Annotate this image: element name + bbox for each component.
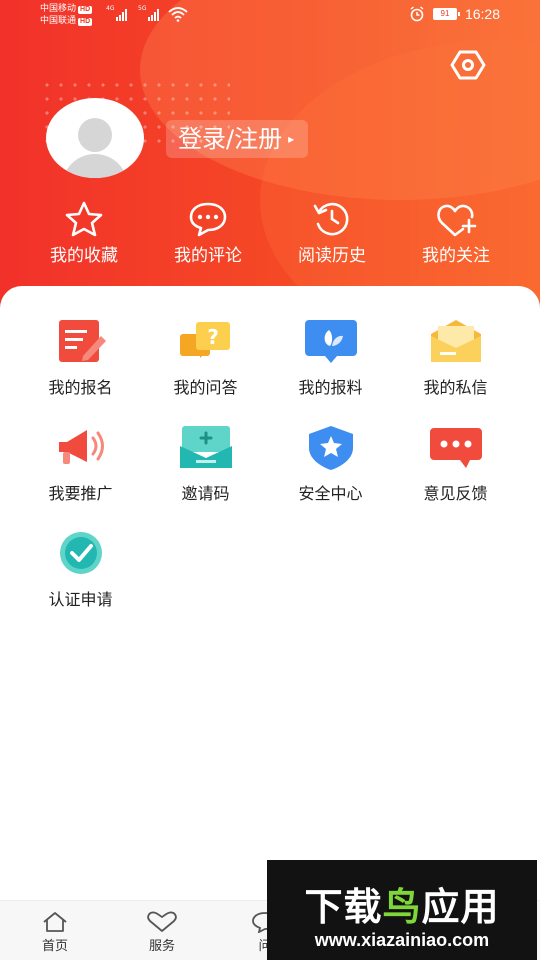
nav-home[interactable]: 首页 — [10, 911, 100, 957]
service-feedback[interactable]: 意见反馈 — [393, 424, 518, 510]
login-register-button[interactable]: 登录/注册 ▸ — [166, 120, 309, 158]
svg-text:?: ? — [207, 325, 219, 349]
carrier-1: 中国移动 HD — [40, 3, 93, 14]
mail-icon — [430, 320, 481, 362]
service-security-center[interactable]: 安全中心 — [268, 424, 393, 510]
quick-action-label: 我的评论 — [174, 246, 242, 266]
service-messages[interactable]: 我的私信 — [393, 318, 518, 404]
feedback-icon — [429, 428, 482, 468]
network-type: 4G — [106, 5, 115, 12]
service-report[interactable]: 我的报料 — [268, 318, 393, 404]
clock: 16:28 — [464, 6, 500, 22]
network-type: 5G — [138, 5, 147, 12]
signup-icon — [58, 320, 106, 362]
avatar-head — [78, 118, 112, 152]
nav-services[interactable]: 服务 — [117, 911, 207, 957]
hd-badge: HD — [78, 18, 93, 26]
battery-icon: 91 — [432, 8, 460, 20]
service-label: 我的报名 — [48, 378, 113, 397]
settings-icon[interactable] — [450, 48, 486, 82]
service-invite-code[interactable]: 邀请码 — [143, 424, 268, 510]
quick-action-label: 阅读历史 — [298, 246, 366, 266]
watermark-url: www.xiazainiao.com — [314, 930, 490, 950]
service-label: 我的私信 — [423, 378, 488, 397]
alarm-icon — [410, 6, 424, 22]
arrow-right-icon: ▸ — [288, 132, 295, 146]
services-card: 我的报名 ? 我的问答 我的报料 我的私信 我要推广 邀请码 安全中心 意见反馈… — [0, 286, 540, 906]
history-icon — [313, 202, 349, 236]
login-register-label: 登录/注册 — [178, 125, 283, 153]
watermark-title: 下载鸟应用 — [267, 876, 537, 931]
quick-action-favorites[interactable]: 我的收藏 — [24, 200, 144, 270]
service-promotion[interactable]: 我要推广 — [18, 424, 143, 510]
carrier-1-name: 中国移动 — [40, 3, 77, 13]
certification-icon — [59, 532, 102, 574]
status-bar: 中国移动 HD 中国联通 HD 4G 5G 91 16:28 — [0, 0, 540, 30]
quick-action-label: 我的收藏 — [50, 246, 118, 266]
carrier-2-name: 中国联通 — [40, 15, 77, 25]
service-certification[interactable]: 认证申请 — [18, 530, 143, 616]
service-signup[interactable]: 我的报名 — [18, 318, 143, 404]
wifi-icon — [168, 7, 188, 22]
profile-header: 中国移动 HD 中国联通 HD 4G 5G 91 16:28 登录/注册 ▸ 我… — [0, 0, 540, 320]
service-label: 安全中心 — [298, 484, 363, 503]
megaphone-icon — [58, 430, 104, 464]
service-label: 邀请码 — [181, 484, 230, 503]
star-icon — [65, 201, 103, 237]
service-qa[interactable]: ? 我的问答 — [143, 318, 268, 404]
avatar[interactable] — [46, 98, 144, 178]
watermark-title-part: 下载 — [304, 885, 383, 929]
service-label: 我的问答 — [173, 378, 238, 397]
service-label: 我要推广 — [48, 484, 113, 503]
report-icon — [304, 320, 357, 363]
service-label: 我的报料 — [298, 378, 363, 397]
hd-badge: HD — [78, 6, 93, 14]
watermark-logo: 下载鸟应用 www.xiazainiao.com — [267, 860, 537, 960]
quick-action-comments[interactable]: 我的评论 — [148, 200, 268, 270]
service-label: 意见反馈 — [423, 484, 488, 503]
home-icon — [43, 912, 67, 932]
signal-icon: 5G — [138, 5, 159, 21]
shield-icon — [308, 426, 353, 470]
invite-code-icon — [179, 426, 232, 468]
signal-icon: 4G — [106, 5, 127, 21]
watermark-title-part: 鸟 — [382, 885, 422, 929]
quick-action-label: 我的关注 — [422, 246, 490, 266]
nav-label: 服务 — [148, 939, 175, 954]
comment-icon — [189, 202, 227, 237]
status-right: 91 16:28 — [409, 6, 500, 22]
qa-icon: ? — [179, 322, 230, 358]
nav-label: 首页 — [41, 939, 68, 954]
heart-icon — [147, 911, 177, 932]
quick-action-history[interactable]: 阅读历史 — [272, 200, 392, 270]
quick-action-following[interactable]: 我的关注 — [396, 200, 516, 270]
avatar-body — [62, 154, 128, 178]
carrier-2: 中国联通 HD — [40, 15, 93, 26]
watermark-title-part: 应用 — [421, 885, 500, 929]
service-label: 认证申请 — [48, 590, 113, 609]
heart-plus-icon — [437, 204, 477, 237]
